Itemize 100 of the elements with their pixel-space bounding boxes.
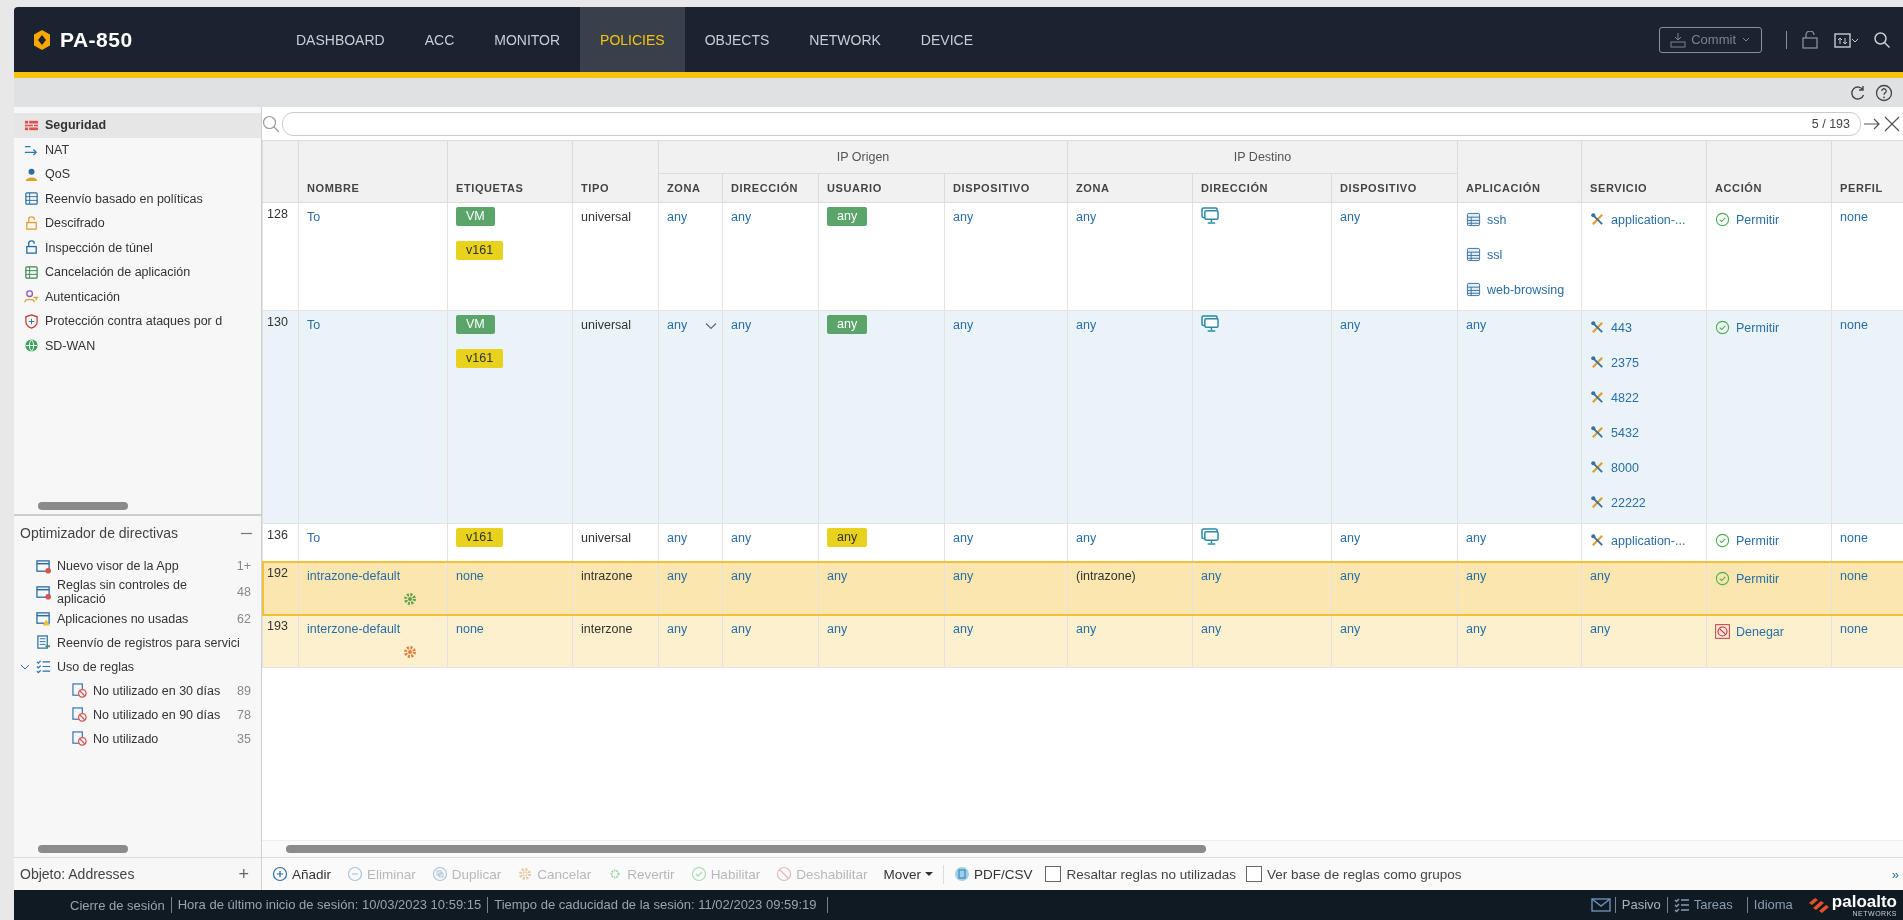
optimizer-item[interactable]: Uso de reglas <box>14 654 261 679</box>
action-link[interactable]: Denegar <box>1736 621 1784 642</box>
tag-pill[interactable]: v161 <box>456 349 504 368</box>
caret-icon[interactable] <box>705 322 717 330</box>
help-icon[interactable] <box>1875 83 1893 102</box>
cell-link[interactable]: none <box>456 566 484 586</box>
cell-link[interactable]: any <box>667 315 688 335</box>
monitor-icon[interactable] <box>1201 207 1220 224</box>
service-link[interactable]: 4822 <box>1611 387 1639 408</box>
cell-link[interactable]: any <box>731 207 752 227</box>
service-link[interactable]: 443 <box>1611 317 1632 338</box>
cell-link[interactable]: any <box>1076 619 1097 639</box>
cell-link[interactable]: any <box>1340 207 1361 227</box>
cell-link[interactable]: To <box>307 207 321 227</box>
column-header[interactable]: ACCIÓN <box>1715 182 1763 194</box>
cell-link[interactable]: none <box>1840 207 1868 227</box>
service-link[interactable]: 5432 <box>1611 422 1639 443</box>
rule-row[interactable]: 128 To VM v161 universal any any any any any any ssh ssl web-browsing application-... Permitir none <box>262 202 1903 311</box>
action-link[interactable]: Permitir <box>1736 530 1780 551</box>
cell-link[interactable]: any <box>1466 619 1487 639</box>
optimizer-item[interactable]: Aplicaciones no usadas 62 <box>14 606 261 631</box>
cell-link[interactable]: any <box>731 528 752 548</box>
refresh-icon[interactable] <box>1849 83 1867 102</box>
service-link[interactable]: 22222 <box>1611 492 1646 513</box>
cell-link[interactable]: To <box>307 528 321 548</box>
horizontal-scrollbar[interactable] <box>262 840 1903 857</box>
service-link[interactable]: 8000 <box>1611 457 1639 478</box>
tag-pill[interactable]: any <box>827 315 868 334</box>
checkbox-label[interactable]: Resaltar reglas no utilizadas <box>1066 866 1237 882</box>
cell-link[interactable]: any <box>953 315 974 335</box>
cell-link[interactable]: any <box>731 566 752 586</box>
column-header[interactable]: TIPO <box>581 182 610 194</box>
app-link[interactable]: ssl <box>1487 244 1503 265</box>
cell-link[interactable]: any <box>827 619 848 639</box>
column-header[interactable]: PERFIL <box>1840 182 1883 194</box>
cell-link[interactable]: none <box>1840 528 1868 548</box>
nav-tab[interactable]: DEVICE <box>900 7 993 72</box>
policy-item[interactable]: Seguridad <box>14 113 261 138</box>
cell-link[interactable]: any <box>1201 619 1222 639</box>
search-icon[interactable] <box>1873 30 1891 49</box>
cell-link[interactable]: any <box>953 619 974 639</box>
policy-item[interactable]: Protección contra ataques por d <box>14 309 261 334</box>
tag-pill[interactable]: v161 <box>456 241 504 260</box>
cell-link[interactable]: any <box>1076 207 1097 227</box>
app-link[interactable]: ssh <box>1487 209 1507 230</box>
tasks-link[interactable]: Tareas <box>1693 897 1733 913</box>
monitor-icon[interactable] <box>1201 528 1220 545</box>
move-menu-button[interactable]: Mover <box>877 864 944 884</box>
nav-tab[interactable]: OBJECTS <box>684 7 790 72</box>
rule-row[interactable]: 130 To VM v161 universal any any any any any any any 443 2375 4822 5432 8000 22222 Permitir none <box>262 310 1903 524</box>
nav-tab[interactable]: ACC <box>404 7 475 72</box>
column-header[interactable]: APLICACIÓN <box>1466 182 1541 194</box>
nav-tab[interactable]: POLICIES <box>580 7 685 72</box>
policy-item[interactable]: QoS <box>14 162 261 187</box>
more-button[interactable]: » <box>1891 866 1899 882</box>
policy-item[interactable]: NAT <box>14 137 261 162</box>
cell-link[interactable]: any <box>1076 315 1097 335</box>
cell-link[interactable]: any <box>953 566 974 586</box>
optimizer-item[interactable]: No utilizado en 30 días 89 <box>14 678 261 703</box>
service-link[interactable]: application-... <box>1611 209 1686 230</box>
rule-row[interactable]: 136 To v161 universal any any any any any any any application-... Permitir none <box>262 523 1903 562</box>
policy-item[interactable]: Descifrado <box>14 211 261 236</box>
cell-link[interactable]: any <box>1340 619 1361 639</box>
add-button[interactable]: + <box>234 863 253 885</box>
optimizer-item[interactable]: No utilizado 35 <box>14 726 261 751</box>
optimizer-item[interactable]: Reenvío de registros para servici <box>14 630 261 655</box>
app-link[interactable]: web-browsing <box>1487 279 1565 300</box>
cell-link[interactable]: any <box>667 619 688 639</box>
cell-link[interactable]: any <box>1076 528 1097 548</box>
column-header[interactable]: NOMBRE <box>307 182 360 194</box>
toolbar-button[interactable]: Añadir <box>266 864 338 884</box>
cell-link[interactable]: any <box>667 207 688 227</box>
policy-item[interactable]: SD-WAN <box>14 333 261 358</box>
cell-link[interactable]: any <box>953 207 974 227</box>
policy-item[interactable]: Inspección de túnel <box>14 235 261 260</box>
monitor-icon[interactable] <box>1201 315 1220 332</box>
cell-link[interactable]: none <box>1840 619 1868 639</box>
rule-row[interactable]: 193 interzone-default none interzone any any any any any any any any any Denegar none <box>262 614 1903 668</box>
mail-icon[interactable] <box>1590 898 1611 912</box>
cell-link[interactable]: any <box>667 566 688 586</box>
policy-item[interactable]: Cancelación de aplicación <box>14 260 261 285</box>
logout-link[interactable]: Cierre de sesión <box>64 897 171 913</box>
service-link[interactable]: 2375 <box>1611 352 1639 373</box>
close-icon[interactable] <box>1883 114 1901 133</box>
cell-link[interactable]: any <box>953 528 974 548</box>
optimizer-item[interactable]: Reglas sin controles de aplicació 48 <box>14 578 261 607</box>
cell-link[interactable]: any <box>667 528 688 548</box>
nav-tab[interactable]: DASHBOARD <box>276 7 405 72</box>
cell-link[interactable]: any <box>1340 566 1361 586</box>
column-header[interactable]: SERVICIO <box>1590 182 1648 194</box>
cell-link[interactable]: any <box>731 315 752 335</box>
action-link[interactable]: Permitir <box>1736 568 1780 589</box>
tag-pill[interactable]: any <box>827 528 868 547</box>
cell-link[interactable]: any <box>731 619 752 639</box>
checkbox[interactable] <box>1045 866 1062 882</box>
column-header[interactable]: ZONA <box>1076 182 1110 194</box>
cell-link[interactable]: any <box>1466 315 1487 335</box>
cell-link[interactable]: any <box>1340 315 1361 335</box>
tag-pill[interactable]: v161 <box>456 528 504 547</box>
padlock-icon[interactable] <box>1801 30 1819 49</box>
